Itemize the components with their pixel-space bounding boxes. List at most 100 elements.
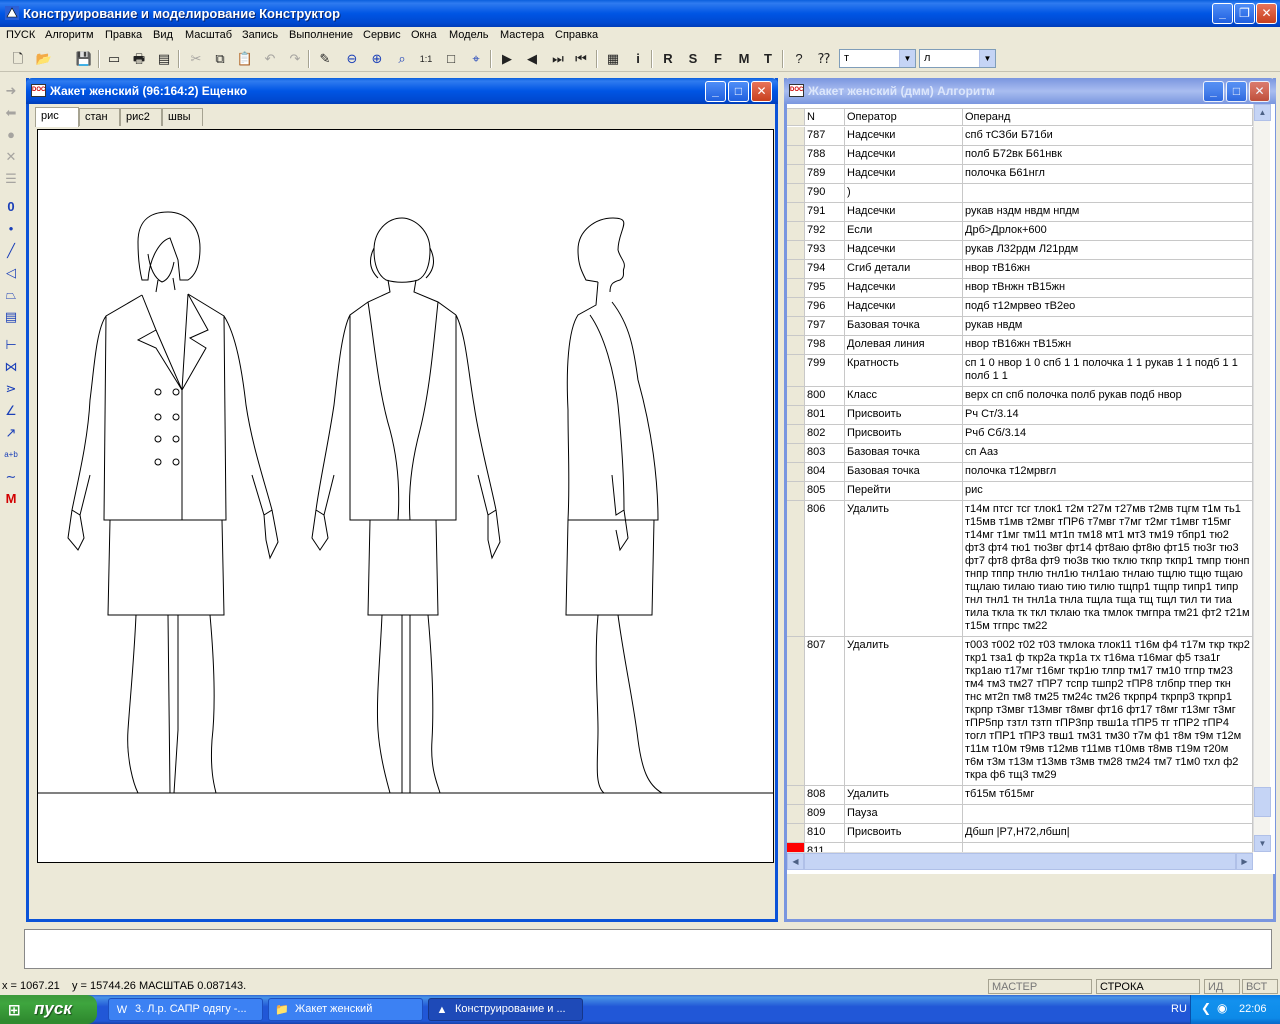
row-marker[interactable] [787, 444, 805, 462]
command-area[interactable] [24, 929, 1272, 969]
table-row[interactable]: 798 Долевая линия нвор тВ16жн тВ15жн [787, 336, 1253, 355]
row-operator[interactable]: Удалить [845, 637, 963, 785]
table-row[interactable]: 799 Кратность сп 1 0 нвор 1 0 спб 1 1 поло… [787, 355, 1253, 387]
minimize-button[interactable]: _ [705, 81, 726, 102]
row-marker[interactable] [787, 482, 805, 500]
arrow-left-icon[interactable]: ⬅ [2, 104, 20, 122]
row-operator[interactable]: Надсечки [845, 241, 963, 259]
row-marker[interactable] [787, 425, 805, 443]
row-operator[interactable]: Удалить [845, 501, 963, 636]
line-icon[interactable]: ╱ [2, 242, 20, 260]
horizontal-scrollbar[interactable]: ◀ ▶ [787, 852, 1253, 870]
row-operator[interactable]: Базовая точка [845, 463, 963, 481]
restore-button[interactable]: ❐ [1234, 3, 1255, 24]
step-first-icon[interactable]: ⏮ [571, 49, 591, 69]
menu-windows[interactable]: Окна [411, 29, 437, 41]
row-operand[interactable]: нвор тВ16жн [963, 260, 1253, 278]
row-marker[interactable] [787, 279, 805, 297]
menu-view[interactable]: Вид [153, 29, 173, 41]
row-marker[interactable] [787, 805, 805, 823]
open-folder-icon[interactable]: 📂 [34, 49, 54, 69]
task-word-doc[interactable]: W 3. Л.р. САПР одягу -... [108, 998, 263, 1021]
table-row[interactable]: 804 Базовая точка полочка т12мрвгл [787, 463, 1253, 482]
close-button[interactable]: ✕ [1256, 3, 1277, 24]
row-marker[interactable] [787, 203, 805, 221]
t-button[interactable]: T [758, 49, 778, 69]
close-button[interactable]: ✕ [1249, 81, 1270, 102]
row-operand[interactable]: нвор тВнжн тВ15жн [963, 279, 1253, 297]
row-operator[interactable]: Базовая точка [845, 444, 963, 462]
menu-run[interactable]: Выполнение [289, 29, 353, 41]
row-operand[interactable] [963, 805, 1253, 823]
row-marker[interactable] [787, 146, 805, 164]
trapezoid-icon[interactable]: ⏢ [2, 286, 20, 304]
table-row[interactable]: 809 Пауза [787, 805, 1253, 824]
drawing-canvas[interactable] [37, 129, 774, 864]
scroll-left-icon[interactable]: ◀ [787, 853, 804, 870]
row-marker[interactable] [787, 222, 805, 240]
layers-icon[interactable]: ▤ [2, 308, 20, 326]
close-button[interactable]: ✕ [751, 81, 772, 102]
menu-algorithm[interactable]: Алгоритм [45, 29, 94, 41]
task-folder[interactable]: 📁 Жакет женский [268, 998, 423, 1021]
table-row[interactable]: 797 Базовая точка рукав нвдм [787, 317, 1253, 336]
row-operator[interactable]: Кратность [845, 355, 963, 386]
row-operator[interactable]: Надсечки [845, 127, 963, 145]
scroll-thumb-h[interactable] [804, 853, 1236, 870]
start-button[interactable]: ⊞ пуск [0, 995, 97, 1024]
window-icon[interactable]: ▭ [104, 49, 124, 69]
step-back-icon[interactable]: ◀ [522, 49, 542, 69]
row-operand[interactable]: т14м птсг тсг тлок1 т2м т27м т27мв т2мв … [963, 501, 1253, 636]
row-operator[interactable]: Присвоить [845, 406, 963, 424]
tab-ris[interactable]: рис [35, 107, 79, 127]
row-operand[interactable]: сп 1 0 нвор 1 0 спб 1 1 полочка 1 1 рука… [963, 355, 1253, 386]
row-operand[interactable]: Рч Ст/3.14 [963, 406, 1253, 424]
table-row[interactable]: 810 Присвоить Дбшп |Р7,Н72,лбшп| [787, 824, 1253, 843]
f-button[interactable]: F [708, 49, 728, 69]
row-marker[interactable] [787, 786, 805, 804]
redo-icon[interactable]: ↷ [285, 49, 305, 69]
row-marker[interactable] [787, 260, 805, 278]
chevron-down-icon[interactable]: ▼ [899, 50, 915, 67]
row-operator[interactable]: Пауза [845, 805, 963, 823]
chevron-down-icon[interactable]: ▼ [979, 50, 995, 67]
row-marker[interactable] [787, 184, 805, 202]
task-app[interactable]: ▲ Конструирование и ... [428, 998, 583, 1021]
s-button[interactable]: S [683, 49, 703, 69]
menu-model[interactable]: Модель [449, 29, 488, 41]
pencil-icon[interactable]: ✎ [315, 49, 335, 69]
row-marker[interactable] [787, 387, 805, 405]
row-marker[interactable] [787, 463, 805, 481]
menu-scale[interactable]: Масштаб [185, 29, 232, 41]
table-row[interactable]: 792 Если Дрб>Дрлок+600 [787, 222, 1253, 241]
zero-tool[interactable]: 0 [2, 198, 20, 216]
maximize-button[interactable]: □ [1226, 81, 1247, 102]
ab-tool[interactable]: a+b [2, 446, 20, 464]
table-row[interactable]: 806 Удалить т14м птсг тсг тлок1 т2м т27м т… [787, 501, 1253, 637]
row-marker[interactable] [787, 406, 805, 424]
cut-icon[interactable]: ✂ [186, 49, 206, 69]
menu-help[interactable]: Справка [555, 29, 598, 41]
combo-t[interactable]: т ▼ [839, 49, 916, 68]
r-button[interactable]: R [658, 49, 678, 69]
menu-record[interactable]: Запись [242, 29, 278, 41]
scroll-thumb[interactable] [1254, 787, 1271, 817]
measure-icon[interactable]: ⊢ [2, 336, 20, 354]
table-row[interactable]: 790) [787, 184, 1253, 203]
polygon-icon[interactable]: ◁ [2, 264, 20, 282]
info-button[interactable]: i [628, 49, 648, 69]
minimize-button[interactable]: _ [1212, 3, 1233, 24]
menu-edit[interactable]: Правка [105, 29, 142, 41]
paste-icon[interactable]: 📋 [235, 49, 255, 69]
row-operator[interactable]: Долевая линия [845, 336, 963, 354]
row-operator[interactable]: ) [845, 184, 963, 202]
branch-icon[interactable]: ↗ [2, 424, 20, 442]
table-row[interactable]: 796 Надсечки подб т12мрвео тВ2ео [787, 298, 1253, 317]
zoom-all-icon[interactable]: ⌖ [466, 49, 486, 69]
row-operator[interactable]: Надсечки [845, 203, 963, 221]
row-operand[interactable]: сп Ааз [963, 444, 1253, 462]
tab-stan[interactable]: стан [79, 108, 120, 126]
row-marker[interactable] [787, 127, 805, 145]
row-operand[interactable]: спб тСЗби Б71би [963, 127, 1253, 145]
network-icon[interactable]: ◉ [1217, 1001, 1227, 1015]
